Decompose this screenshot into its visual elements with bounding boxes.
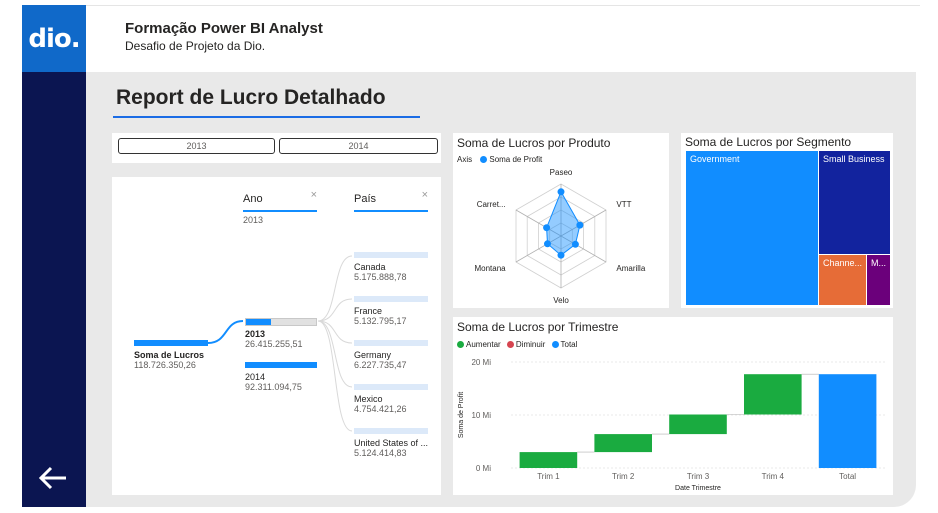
tree-node-country[interactable]: Germany 6.227.735,47 (354, 340, 428, 370)
radar-axis-label: Paseo (550, 168, 573, 177)
node-bar (245, 318, 317, 326)
tree-root-node[interactable]: Soma de Lucros 118.726.350,26 (134, 340, 208, 370)
legend-dot (551, 341, 559, 349)
legend-dot (480, 156, 488, 164)
chart-title: Soma de Lucros por Segmento (685, 135, 852, 149)
treemap-card: Soma de Lucros por Segmento Government S… (681, 133, 893, 308)
tree-node-country[interactable]: United States of ... 5.124.414,83 (354, 428, 428, 458)
radar-axis-label: Velo (553, 296, 569, 305)
radar-data-point (576, 221, 584, 229)
y-tick-label: 10 Mi (471, 411, 491, 420)
waterfall-chart: 0 Mi 10 Mi 20 Mi Soma de Profit Trim 1 Trim 2… (458, 358, 885, 492)
node-bar (354, 340, 428, 346)
slicer-option-2014[interactable]: 2014 (279, 138, 438, 154)
chart-legend: Axis Soma de Profit (457, 155, 542, 164)
treemap-cell-small-business[interactable]: Small Business (819, 151, 890, 254)
y-axis-title: Soma de Profit (458, 392, 465, 438)
app-subtitle: Desafio de Projeto da Dio. (125, 39, 266, 53)
node-value: 5.175.888,78 (354, 272, 407, 282)
x-tick-label: Trim 3 (687, 472, 710, 481)
radar-chart: Paseo VTT Amarilla Velo Montana Carret... (474, 168, 645, 305)
tree-node-country[interactable]: France 5.132.795,17 (354, 296, 428, 326)
node-value: 26.415.255,51 (245, 339, 303, 349)
node-label: 2013 (245, 329, 266, 339)
tree-node-country[interactable]: Canada 5.175.888,78 (354, 252, 428, 282)
radar-data-point (544, 240, 551, 248)
year-slicer: 2013 2014 (112, 133, 441, 163)
node-value: 5.124.414,83 (354, 448, 407, 458)
node-label: Germany (354, 350, 392, 360)
legend-label: Aumentar (466, 340, 501, 349)
radar-data-point (571, 240, 579, 248)
node-value: 92.311.094,75 (245, 382, 302, 392)
legend-dot (506, 341, 514, 349)
page-title: Report de Lucro Detalhado (116, 86, 386, 109)
x-axis-title: Date Trimestre (675, 485, 721, 492)
sidebar (22, 5, 86, 507)
radar-data-point (543, 224, 551, 232)
decomposition-tree: Ano × 2013 País × Soma de Lucros 118.726… (112, 177, 441, 495)
title-underline (113, 116, 420, 118)
slicer-option-2013[interactable]: 2013 (118, 138, 275, 154)
waterfall-bar (744, 374, 802, 415)
legend-label: Total (560, 340, 578, 349)
treemap-cell-channel[interactable]: Channe... (819, 255, 866, 305)
node-label: United States of ... (354, 438, 429, 448)
tree-node-2014[interactable]: 2014 92.311.094,75 (245, 362, 317, 392)
x-tick-label: Trim 2 (612, 472, 635, 481)
x-tick-label: Trim 1 (537, 472, 560, 481)
waterfall-bar (818, 374, 877, 468)
node-value: 4.754.421,26 (354, 404, 407, 414)
radar-data-point (557, 251, 565, 259)
x-tick-label: Total (839, 472, 856, 481)
node-bar (354, 296, 428, 302)
node-bar (245, 362, 317, 368)
treemap-cell-government[interactable]: Government (686, 151, 818, 305)
radar-chart-card: Soma de Lucros por Produto Axis Soma de … (453, 133, 669, 308)
node-bar (354, 428, 428, 434)
logo-text: dio. (28, 23, 80, 54)
radar-axis-label: Amarilla (616, 264, 645, 273)
node-label: Canada (354, 262, 386, 272)
node-value: 5.132.795,17 (354, 316, 407, 326)
waterfall-bar (669, 414, 727, 435)
node-bar (134, 340, 208, 346)
chart-legend: Aumentar Diminuir Total (457, 340, 577, 349)
chart-title: Soma de Lucros por Trimestre (457, 320, 619, 334)
treemap-cell-midmarket[interactable]: M... (867, 255, 890, 305)
legend-label: Diminuir (515, 340, 546, 349)
waterfall-bar (519, 452, 578, 468)
node-label: 2014 (245, 372, 266, 382)
node-bar (354, 252, 428, 258)
node-value: 6.227.735,47 (354, 360, 407, 370)
tree-node-2013[interactable]: 2013 26.415.255,51 (245, 318, 317, 349)
radar-axis-label: Montana (474, 264, 506, 273)
node-value: 118.726.350,26 (134, 360, 196, 370)
radar-axis-label: Carret... (477, 200, 506, 209)
waterfall-bar (594, 434, 652, 453)
node-label: France (354, 306, 383, 316)
x-tick-label: Trim 4 (762, 472, 785, 481)
header-divider (86, 5, 920, 6)
node-label: Mexico (354, 394, 383, 404)
legend-dot (457, 341, 464, 349)
node-bar (354, 384, 428, 390)
node-label: Soma de Lucros (134, 350, 205, 360)
arrow-left-icon (38, 466, 66, 490)
waterfall-chart-card: Soma de Lucros por Trimestre Aumentar Di… (453, 317, 893, 495)
radar-data-point (557, 188, 565, 196)
logo: dio. (22, 5, 86, 72)
app-title: Formação Power BI Analyst (125, 20, 323, 37)
back-button[interactable] (36, 460, 72, 496)
legend-series-label: Soma de Profit (489, 155, 543, 164)
y-tick-label: 20 Mi (471, 358, 491, 367)
y-tick-label: 0 Mi (476, 464, 491, 473)
tree-node-country[interactable]: Mexico 4.754.421,26 (354, 384, 428, 414)
year-bar-fill (246, 319, 272, 325)
radar-axis-label: VTT (616, 200, 631, 209)
chart-title: Soma de Lucros por Produto (457, 136, 611, 150)
legend-axis-label: Axis (457, 155, 473, 164)
